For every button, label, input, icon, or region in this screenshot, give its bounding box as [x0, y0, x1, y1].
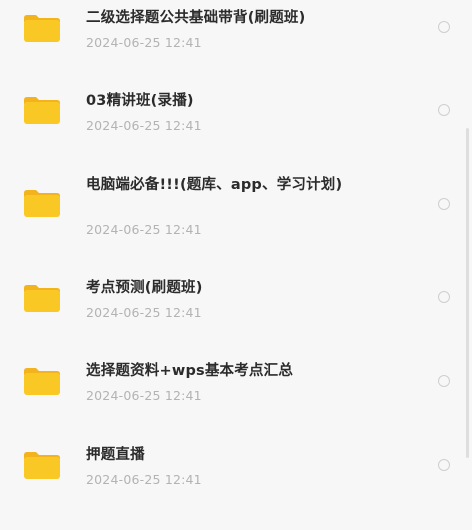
file-name: 押题直播	[86, 447, 145, 463]
file-list: 二级选择题公共基础带背(刷题班) 2024-06-25 12:41 03精讲班(…	[0, 0, 472, 530]
folder-icon	[23, 366, 61, 396]
select-radio[interactable]	[438, 198, 450, 210]
file-row[interactable]: 考点预测(刷题班) 2024-06-25 12:41	[0, 264, 472, 348]
file-date: 2024-06-25 12:41	[86, 388, 202, 403]
file-date: 2024-06-25 12:41	[86, 35, 202, 50]
file-name: 电脑端必备!!!(题库、app、学习计划)	[86, 177, 343, 193]
file-row[interactable]: 押题直播 2024-06-25 12:41	[0, 432, 472, 516]
scrollbar[interactable]	[466, 128, 469, 458]
file-name: 二级选择题公共基础带背(刷题班)	[86, 10, 306, 26]
file-date: 2024-06-25 12:41	[86, 472, 202, 487]
file-date: 2024-06-25 12:41	[86, 222, 202, 237]
select-radio[interactable]	[438, 104, 450, 116]
select-radio[interactable]	[438, 375, 450, 387]
file-name: 考点预测(刷题班)	[86, 280, 203, 296]
folder-icon	[23, 450, 61, 480]
file-date: 2024-06-25 12:41	[86, 305, 202, 320]
select-radio[interactable]	[438, 291, 450, 303]
file-row[interactable]: 二级选择题公共基础带背(刷题班) 2024-06-25 12:41	[0, 0, 472, 78]
file-row[interactable]: 电脑端必备!!!(题库、app、学习计划) 2024-06-25 12:41	[0, 162, 472, 264]
select-radio[interactable]	[438, 21, 450, 33]
file-name: 选择题资料+wps基本考点汇总	[86, 363, 294, 379]
select-radio[interactable]	[438, 459, 450, 471]
folder-icon	[23, 188, 61, 218]
file-row[interactable]: 选择题资料+wps基本考点汇总 2024-06-25 12:41	[0, 348, 472, 432]
file-date: 2024-06-25 12:41	[86, 118, 202, 133]
folder-icon	[23, 283, 61, 313]
folder-icon	[23, 95, 61, 125]
file-name: 03精讲班(录播)	[86, 93, 194, 109]
folder-icon	[23, 13, 61, 43]
file-row[interactable]: 03精讲班(录播) 2024-06-25 12:41	[0, 78, 472, 162]
